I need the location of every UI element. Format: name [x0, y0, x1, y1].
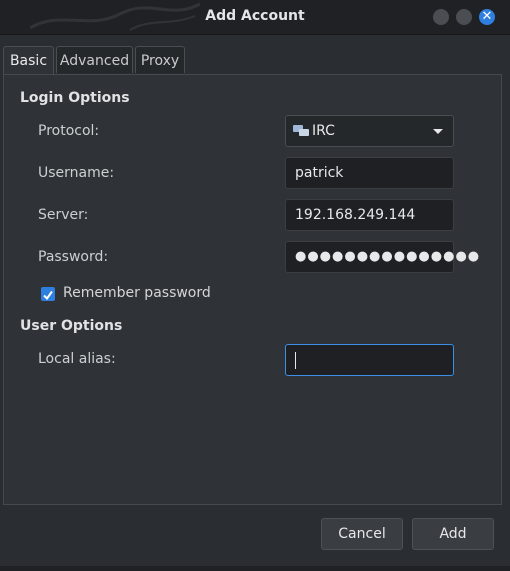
password-field[interactable]: ●●●●●●●●●●●●●●●	[285, 241, 479, 273]
username-label: Username:	[38, 165, 115, 181]
minimize-button[interactable]	[433, 9, 449, 25]
add-button[interactable]: Add	[412, 518, 494, 550]
maximize-button[interactable]	[456, 9, 472, 25]
checkmark-icon	[43, 290, 53, 301]
user-options-heading: User Options	[20, 318, 123, 334]
server-label: Server:	[38, 207, 89, 223]
tab-advanced[interactable]: Advanced	[56, 46, 133, 73]
basic-panel: Login Options Protocol: IRC Username: pa…	[3, 74, 502, 505]
local-alias-label: Local alias:	[38, 351, 116, 367]
protocol-label: Protocol:	[38, 123, 100, 139]
login-options-heading: Login Options	[20, 90, 130, 106]
text-caret	[295, 352, 296, 369]
password-label: Password:	[38, 249, 109, 265]
close-button[interactable]: ✕	[479, 9, 495, 25]
server-field[interactable]: 192.168.249.144	[285, 199, 454, 231]
protocol-value: IRC	[312, 123, 335, 139]
bottom-edge	[0, 566, 510, 571]
username-field[interactable]: patrick	[285, 157, 454, 189]
remember-password-checkbox[interactable]	[41, 287, 55, 301]
protocol-dropdown[interactable]: IRC	[285, 115, 454, 147]
remember-password-label[interactable]: Remember password	[63, 285, 211, 301]
cancel-button[interactable]: Cancel	[321, 518, 403, 550]
tab-proxy[interactable]: Proxy	[135, 46, 185, 73]
local-alias-field[interactable]	[285, 344, 454, 376]
tab-basic[interactable]: Basic	[3, 46, 54, 75]
close-icon: ✕	[481, 9, 493, 24]
title-bar: Add Account ✕	[0, 0, 510, 35]
irc-chat-icon	[293, 125, 309, 136]
chevron-down-icon	[433, 129, 443, 134]
